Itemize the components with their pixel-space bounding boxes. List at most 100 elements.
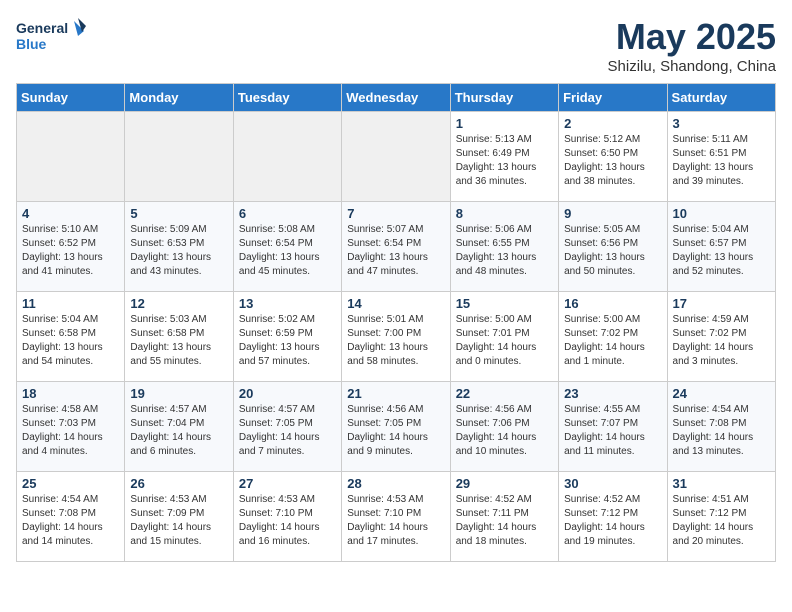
calendar-cell: 27 Sunrise: 4:53 AM Sunset: 7:10 PM Dayli…: [233, 472, 341, 562]
day-info: Sunrise: 5:09 AM Sunset: 6:53 PM Dayligh…: [130, 223, 227, 279]
calendar-cell: 4 Sunrise: 5:10 AM Sunset: 6:52 PM Daylig…: [17, 202, 125, 292]
day-info: Sunrise: 4:53 AM Sunset: 7:10 PM Dayligh…: [347, 493, 444, 549]
day-info: Sunrise: 4:57 AM Sunset: 7:05 PM Dayligh…: [239, 403, 336, 459]
day-info: Sunrise: 4:51 AM Sunset: 7:12 PM Dayligh…: [673, 493, 770, 549]
title-block: May 2025 Shizilu, Shandong, China: [608, 16, 776, 75]
calendar-table: SundayMondayTuesdayWednesdayThursdayFrid…: [16, 83, 776, 562]
calendar-cell: 23Sunrise: 4:55 AM Sunset: 7:07 PM Dayli…: [559, 382, 667, 472]
day-info: Sunrise: 4:56 AM Sunset: 7:05 PM Dayligh…: [347, 403, 444, 459]
calendar-cell: 25 Sunrise: 4:54 AM Sunset: 7:08 PM Dayli…: [17, 472, 125, 562]
day-info: Sunrise: 5:13 AM Sunset: 6:49 PM Dayligh…: [456, 133, 553, 189]
calendar-cell: 7 Sunrise: 5:07 AM Sunset: 6:54 PM Daylig…: [342, 202, 450, 292]
day-number: 6: [239, 206, 336, 221]
day-info: Sunrise: 5:00 AM Sunset: 7:01 PM Dayligh…: [456, 313, 553, 369]
calendar-cell: 1Sunrise: 5:13 AM Sunset: 6:49 PM Daylig…: [450, 112, 558, 202]
calendar-cell: 12 Sunrise: 5:03 AM Sunset: 6:58 PM Dayli…: [125, 292, 233, 382]
day-info: Sunrise: 5:02 AM Sunset: 6:59 PM Dayligh…: [239, 313, 336, 369]
calendar-cell: 29 Sunrise: 4:52 AM Sunset: 7:11 PM Dayli…: [450, 472, 558, 562]
day-number: 24: [673, 386, 770, 401]
calendar-cell: 9 Sunrise: 5:05 AM Sunset: 6:56 PM Daylig…: [559, 202, 667, 292]
svg-text:General: General: [16, 20, 68, 36]
day-number: 16: [564, 296, 661, 311]
day-number: 3: [673, 116, 770, 131]
logo: GeneralBlue: [16, 16, 86, 56]
day-info: Sunrise: 5:12 AM Sunset: 6:50 PM Dayligh…: [564, 133, 661, 189]
weekday-header-tuesday: Tuesday: [233, 84, 341, 112]
day-number: 15: [456, 296, 553, 311]
day-number: 27: [239, 476, 336, 491]
weekday-header-saturday: Saturday: [667, 84, 775, 112]
day-info: Sunrise: 5:01 AM Sunset: 7:00 PM Dayligh…: [347, 313, 444, 369]
day-number: 7: [347, 206, 444, 221]
day-info: Sunrise: 5:07 AM Sunset: 6:54 PM Dayligh…: [347, 223, 444, 279]
calendar-cell: 19Sunrise: 4:57 AM Sunset: 7:04 PM Dayli…: [125, 382, 233, 472]
day-number: 8: [456, 206, 553, 221]
calendar-cell: [233, 112, 341, 202]
day-info: Sunrise: 5:03 AM Sunset: 6:58 PM Dayligh…: [130, 313, 227, 369]
day-info: Sunrise: 4:56 AM Sunset: 7:06 PM Dayligh…: [456, 403, 553, 459]
day-number: 12: [130, 296, 227, 311]
calendar-week-row: 25 Sunrise: 4:54 AM Sunset: 7:08 PM Dayli…: [17, 472, 776, 562]
calendar-cell: 14 Sunrise: 5:01 AM Sunset: 7:00 PM Dayli…: [342, 292, 450, 382]
day-number: 5: [130, 206, 227, 221]
weekday-header-sunday: Sunday: [17, 84, 125, 112]
day-info: Sunrise: 4:52 AM Sunset: 7:12 PM Dayligh…: [564, 493, 661, 549]
day-info: Sunrise: 5:10 AM Sunset: 6:52 PM Dayligh…: [22, 223, 119, 279]
page-header: GeneralBlue May 2025 Shizilu, Shandong, …: [16, 16, 776, 75]
day-number: 4: [22, 206, 119, 221]
day-number: 25: [22, 476, 119, 491]
day-info: Sunrise: 4:54 AM Sunset: 7:08 PM Dayligh…: [22, 493, 119, 549]
weekday-header-thursday: Thursday: [450, 84, 558, 112]
day-info: Sunrise: 4:54 AM Sunset: 7:08 PM Dayligh…: [673, 403, 770, 459]
month-title: May 2025: [608, 16, 776, 58]
day-number: 29: [456, 476, 553, 491]
day-info: Sunrise: 5:11 AM Sunset: 6:51 PM Dayligh…: [673, 133, 770, 189]
day-info: Sunrise: 5:05 AM Sunset: 6:56 PM Dayligh…: [564, 223, 661, 279]
day-number: 21: [347, 386, 444, 401]
day-info: Sunrise: 4:57 AM Sunset: 7:04 PM Dayligh…: [130, 403, 227, 459]
day-number: 18: [22, 386, 119, 401]
calendar-week-row: 18 Sunrise: 4:58 AM Sunset: 7:03 PM Dayli…: [17, 382, 776, 472]
day-number: 2: [564, 116, 661, 131]
calendar-cell: 22 Sunrise: 4:56 AM Sunset: 7:06 PM Dayli…: [450, 382, 558, 472]
calendar-cell: [125, 112, 233, 202]
weekday-header-wednesday: Wednesday: [342, 84, 450, 112]
calendar-cell: 5 Sunrise: 5:09 AM Sunset: 6:53 PM Daylig…: [125, 202, 233, 292]
svg-text:Blue: Blue: [16, 36, 47, 52]
day-info: Sunrise: 4:53 AM Sunset: 7:10 PM Dayligh…: [239, 493, 336, 549]
day-info: Sunrise: 4:52 AM Sunset: 7:11 PM Dayligh…: [456, 493, 553, 549]
day-number: 23: [564, 386, 661, 401]
calendar-cell: 24 Sunrise: 4:54 AM Sunset: 7:08 PM Dayli…: [667, 382, 775, 472]
day-info: Sunrise: 5:04 AM Sunset: 6:57 PM Dayligh…: [673, 223, 770, 279]
day-number: 13: [239, 296, 336, 311]
day-number: 31: [673, 476, 770, 491]
calendar-week-row: 11 Sunrise: 5:04 AM Sunset: 6:58 PM Dayli…: [17, 292, 776, 382]
weekday-header-friday: Friday: [559, 84, 667, 112]
calendar-cell: [17, 112, 125, 202]
calendar-cell: 16 Sunrise: 5:00 AM Sunset: 7:02 PM Dayli…: [559, 292, 667, 382]
day-number: 22: [456, 386, 553, 401]
day-info: Sunrise: 5:04 AM Sunset: 6:58 PM Dayligh…: [22, 313, 119, 369]
calendar-cell: 31 Sunrise: 4:51 AM Sunset: 7:12 PM Dayli…: [667, 472, 775, 562]
calendar-week-row: 4 Sunrise: 5:10 AM Sunset: 6:52 PM Daylig…: [17, 202, 776, 292]
logo-svg: GeneralBlue: [16, 16, 86, 56]
day-number: 9: [564, 206, 661, 221]
calendar-cell: 26Sunrise: 4:53 AM Sunset: 7:09 PM Dayli…: [125, 472, 233, 562]
day-number: 10: [673, 206, 770, 221]
day-number: 11: [22, 296, 119, 311]
calendar-cell: 21 Sunrise: 4:56 AM Sunset: 7:05 PM Dayli…: [342, 382, 450, 472]
day-info: Sunrise: 5:00 AM Sunset: 7:02 PM Dayligh…: [564, 313, 661, 369]
calendar-cell: 20 Sunrise: 4:57 AM Sunset: 7:05 PM Dayli…: [233, 382, 341, 472]
calendar-cell: [342, 112, 450, 202]
calendar-cell: 28 Sunrise: 4:53 AM Sunset: 7:10 PM Dayli…: [342, 472, 450, 562]
calendar-cell: 2 Sunrise: 5:12 AM Sunset: 6:50 PM Daylig…: [559, 112, 667, 202]
day-info: Sunrise: 4:58 AM Sunset: 7:03 PM Dayligh…: [22, 403, 119, 459]
day-number: 17: [673, 296, 770, 311]
day-number: 14: [347, 296, 444, 311]
day-number: 30: [564, 476, 661, 491]
day-number: 20: [239, 386, 336, 401]
day-number: 28: [347, 476, 444, 491]
calendar-cell: 3 Sunrise: 5:11 AM Sunset: 6:51 PM Daylig…: [667, 112, 775, 202]
day-info: Sunrise: 5:06 AM Sunset: 6:55 PM Dayligh…: [456, 223, 553, 279]
day-info: Sunrise: 4:53 AM Sunset: 7:09 PM Dayligh…: [130, 493, 227, 549]
